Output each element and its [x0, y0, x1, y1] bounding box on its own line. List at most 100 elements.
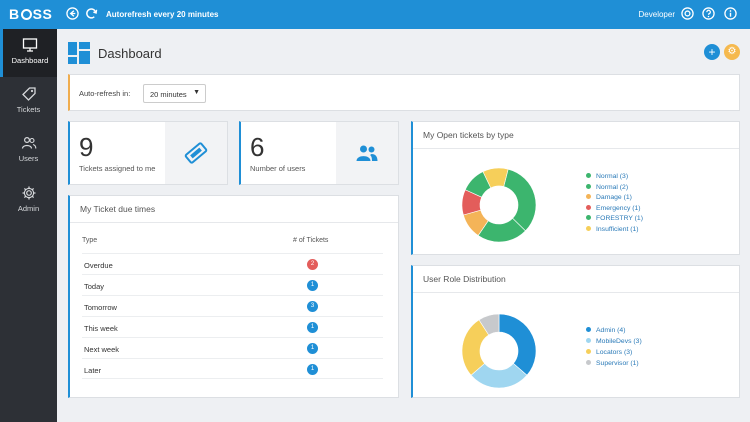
legend-label: MobileDevs (3) — [596, 338, 642, 345]
stat-card-tickets[interactable]: 9 Tickets assigned to me — [68, 121, 228, 185]
legend-item[interactable]: Emergency (1) — [586, 204, 641, 216]
sidebar-item-label: Dashboard — [11, 56, 49, 65]
divider — [413, 292, 739, 293]
help-icon[interactable] — [702, 7, 715, 20]
support-icon[interactable] — [681, 7, 694, 20]
legend-item[interactable]: Admin (4) — [586, 327, 625, 338]
stat-label: Tickets assigned to me — [79, 164, 156, 173]
legend-item[interactable]: Damage (1) — [586, 194, 632, 205]
sidebar-item-tickets[interactable]: Tickets — [0, 78, 57, 126]
row-type: Today — [84, 282, 105, 291]
page-title: Dashboard — [98, 46, 162, 61]
legend-dot — [586, 349, 591, 354]
refresh-icon[interactable] — [85, 7, 98, 20]
divider — [70, 222, 398, 223]
stat-value: 6 — [250, 132, 265, 162]
row-type: Tomorrow — [84, 303, 117, 312]
table-row[interactable]: This week 1 — [82, 316, 383, 337]
gear-icon — [22, 186, 35, 200]
add-button[interactable]: + — [704, 44, 720, 60]
legend-label: Admin (4) — [596, 327, 626, 334]
app-logo[interactable]: B SS — [9, 6, 52, 22]
autorefresh-panel: Auto-refresh in: 20 minutes ▼ — [68, 74, 740, 111]
stat-icon-box — [336, 122, 398, 184]
legend-dot — [586, 327, 591, 332]
count-badge: 1 — [307, 280, 318, 291]
monitor-icon — [22, 38, 38, 52]
sidebar: Dashboard Tickets Users Admin — [0, 29, 57, 422]
legend-dot — [586, 360, 591, 365]
sidebar-item-admin[interactable]: Admin — [0, 177, 57, 225]
back-arrow-icon[interactable] — [66, 7, 79, 20]
legend-label: FORESTRY (1) — [596, 215, 643, 222]
legend-dot — [586, 173, 591, 178]
dashboard-icon — [68, 42, 90, 64]
legend-label: Damage (1) — [596, 194, 632, 201]
divider — [413, 148, 739, 149]
sidebar-item-label: Admin — [17, 204, 40, 213]
sidebar-item-label: Users — [18, 154, 39, 163]
legend-label: Emergency (1) — [596, 204, 641, 212]
panel-title: My Ticket due times — [80, 204, 156, 214]
legend-dot — [586, 225, 591, 231]
user-name[interactable]: Developer — [639, 10, 675, 19]
sidebar-item-dashboard[interactable]: Dashboard — [0, 29, 57, 77]
stat-card-users[interactable]: 6 Number of users — [239, 121, 399, 185]
users-icon — [21, 136, 36, 149]
legend-dot — [586, 183, 591, 189]
table-header: Type # of Tickets — [82, 237, 383, 251]
panel-title: User Role Distribution — [423, 274, 506, 284]
info-icon[interactable] — [724, 7, 737, 20]
legend-label: Insufficient (1) — [596, 225, 639, 233]
legend-dot — [586, 204, 591, 210]
tag-icon — [21, 87, 36, 101]
top-bar: B SS Autorefresh every 20 minutes Develop… — [0, 0, 750, 29]
row-type: This week — [84, 324, 118, 333]
user-role-panel: User Role Distribution Admin (4) MobileD… — [411, 265, 740, 398]
legend-label: Normal (2) — [596, 183, 629, 191]
row-type: Overdue — [84, 261, 113, 270]
ticket-icon — [184, 142, 208, 164]
count-badge: 1 — [307, 322, 318, 333]
count-badge: 2 — [307, 259, 318, 270]
legend-dot — [586, 338, 591, 343]
row-type: Later — [84, 366, 102, 375]
table-row[interactable]: Today 1 — [82, 274, 383, 295]
table-row[interactable]: Tomorrow 3 — [82, 295, 383, 316]
panel-title: My Open tickets by type — [423, 130, 514, 140]
sidebar-item-label: Tickets — [16, 105, 41, 114]
count-badge: 1 — [307, 343, 318, 354]
autorefresh-select[interactable]: 20 minutes ▼ — [143, 84, 206, 103]
legend-item[interactable]: Normal (3) — [586, 173, 628, 184]
row-type: Next week — [84, 345, 120, 354]
page-header: Dashboard — [68, 42, 218, 64]
column-header-count: # of Tickets — [293, 237, 329, 244]
ticket-due-times-panel: My Ticket due times Type # of Tickets Ov… — [68, 195, 399, 398]
settings-button[interactable]: ⚙ — [724, 44, 740, 60]
users-icon — [356, 145, 378, 161]
legend-label: Supervisor (1) — [596, 360, 639, 367]
table-row[interactable]: Later 1 — [82, 358, 383, 379]
table-row[interactable]: Next week 1 — [82, 337, 383, 358]
legend-item[interactable]: FORESTRY (1) — [586, 215, 643, 226]
legend-item[interactable]: MobileDevs (3) — [586, 338, 642, 349]
legend-label: Normal (3) — [596, 173, 629, 180]
legend-label: Locators (3) — [596, 349, 633, 356]
count-badge: 3 — [307, 301, 318, 312]
pie-slice-admin[interactable] — [498, 313, 537, 376]
legend-item[interactable]: Supervisor (1) — [586, 360, 639, 371]
open-tickets-donut-chart — [461, 167, 537, 243]
legend-item[interactable]: Locators (3) — [586, 349, 632, 360]
stat-icon-box — [165, 122, 227, 184]
sidebar-item-users[interactable]: Users — [0, 127, 57, 175]
stat-value: 9 — [79, 132, 94, 162]
legend-item[interactable]: Insufficient (1) — [586, 225, 639, 237]
user-role-donut-chart — [461, 313, 537, 389]
chevron-down-icon: ▼ — [193, 89, 200, 96]
table-row[interactable]: Overdue 2 — [82, 253, 383, 274]
stat-label: Number of users — [250, 164, 306, 173]
autorefresh-selected-value: 20 minutes — [150, 90, 187, 99]
legend-dot — [586, 194, 591, 199]
open-tickets-panel: My Open tickets by type Normal (3) Norma… — [411, 121, 740, 255]
legend-item[interactable]: Normal (2) — [586, 183, 629, 195]
